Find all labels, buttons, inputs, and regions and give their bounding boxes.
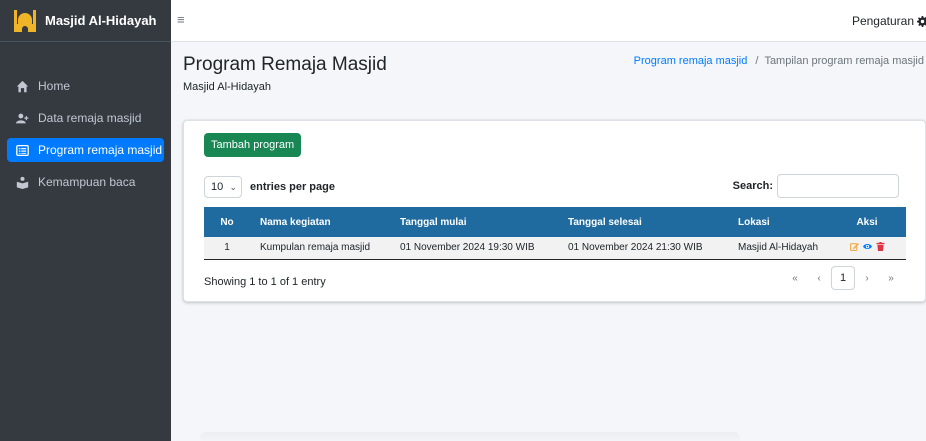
home-icon [14, 79, 30, 93]
entries-length-control: 10 ⌄ entries per page [204, 176, 335, 198]
sidebar-item-label: Program remaja masjid [38, 143, 163, 157]
pagination-last[interactable]: » [879, 266, 903, 290]
breadcrumb-separator: / [755, 55, 759, 67]
sidebar-nav: Home Data remaja masjid Program remaja m… [0, 42, 171, 194]
column-header-no[interactable]: No [204, 207, 250, 237]
pagination-prev[interactable]: ‹ [807, 266, 831, 290]
trash-icon[interactable] [876, 241, 885, 251]
brand-name: Masjid Al-Hidayah [45, 13, 157, 28]
menu-toggle-icon[interactable]: ≡ [177, 13, 185, 26]
sidebar-item-label: Home [38, 79, 71, 93]
page-title: Program Remaja Masjid [183, 54, 387, 75]
sidebar-item-kemampuan-baca[interactable]: Kemampuan baca [7, 170, 164, 194]
entries-per-page-label: entries per page [250, 181, 335, 193]
breadcrumb-current: Tampilan program remaja masjid [764, 55, 924, 67]
top-navbar: ≡ Pengaturan [171, 0, 926, 42]
search-label: Search: [732, 180, 773, 192]
footer-edge [200, 432, 740, 441]
reader-icon [14, 175, 30, 189]
cell-lokasi: Masjid Al-Hidayah [728, 237, 828, 260]
page-subtitle: Masjid Al-Hidayah [183, 81, 272, 93]
table-info: Showing 1 to 1 of 1 entry [204, 276, 326, 288]
sidebar-item-label: Data remaja masjid [38, 111, 142, 125]
breadcrumb-link[interactable]: Program remaja masjid [634, 55, 748, 67]
gear-icon [917, 15, 926, 27]
list-icon [14, 143, 30, 157]
sidebar-item-data-remaja[interactable]: Data remaja masjid [7, 106, 164, 130]
column-header-aksi: Aksi [856, 216, 878, 228]
column-header-lokasi[interactable]: Lokasi [728, 207, 828, 237]
program-table: No Nama kegiatan Tanggal mulai Tanggal s… [204, 207, 906, 260]
cell-tanggal-selesai: 01 November 2024 21:30 WIB [558, 237, 728, 260]
search-input[interactable] [777, 174, 899, 198]
sidebar: Masjid Al-Hidayah Home Data remaja masji… [0, 0, 171, 441]
breadcrumb: Program remaja masjid / Tampilan program r… [634, 55, 924, 67]
brand-link[interactable]: Masjid Al-Hidayah [0, 0, 171, 42]
column-header-tanggal-mulai[interactable]: Tanggal mulai [390, 207, 558, 237]
user-plus-icon [14, 111, 30, 125]
settings-dropdown[interactable]: Pengaturan [852, 14, 926, 28]
pagination-next[interactable]: › [855, 266, 879, 290]
cell-nama-kegiatan: Kumpulan remaja masjid [250, 237, 390, 260]
table-row: 1 Kumpulan remaja masjid 01 November 202… [204, 237, 906, 260]
column-header-nama-kegiatan[interactable]: Nama kegiatan [250, 207, 390, 237]
settings-label: Pengaturan [851, 14, 914, 28]
edit-icon[interactable] [849, 242, 859, 251]
cell-tanggal-mulai: 01 November 2024 19:30 WIB [390, 237, 558, 260]
sidebar-item-program-remaja[interactable]: Program remaja masjid [7, 138, 164, 162]
program-card: Tambah program 10 ⌄ entries per page Sea… [183, 120, 926, 302]
pagination-page-1[interactable]: 1 [831, 266, 855, 290]
column-header-tanggal-selesai[interactable]: Tanggal selesai [558, 207, 728, 237]
entries-per-page-select[interactable]: 10 ⌄ [204, 176, 242, 198]
eye-icon[interactable] [862, 242, 872, 251]
entries-per-page-value: 10 [211, 181, 224, 193]
add-program-button[interactable]: Tambah program [204, 133, 302, 157]
sidebar-item-home[interactable]: Home [7, 74, 164, 98]
table-header-row: No Nama kegiatan Tanggal mulai Tanggal s… [204, 207, 906, 237]
pagination: « ‹ 1 › » [783, 266, 903, 290]
cell-no: 1 [204, 237, 250, 260]
chevron-down-icon: ⌄ [229, 181, 237, 192]
cell-aksi [828, 237, 906, 260]
table-search: Search: [733, 174, 899, 198]
mosque-logo-icon [14, 9, 36, 32]
pagination-first[interactable]: « [783, 266, 807, 290]
sidebar-item-label: Kemampuan baca [38, 175, 136, 189]
